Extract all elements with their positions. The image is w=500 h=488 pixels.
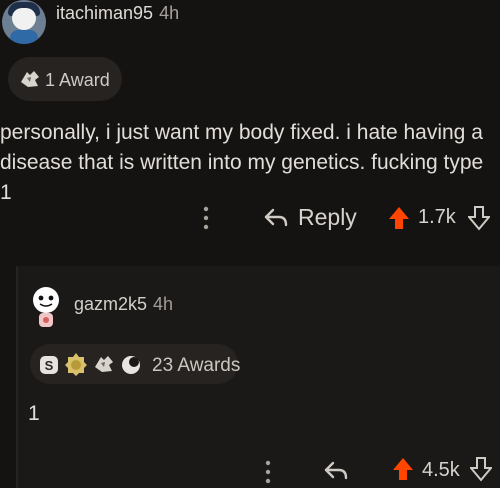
avatar-gazm2k5[interactable] — [30, 284, 62, 332]
comment-time: 4h — [159, 3, 180, 23]
reply-arrow-icon[interactable] — [262, 205, 290, 231]
gold-award-icon — [65, 353, 87, 376]
avatar-itachiman95[interactable] — [2, 0, 46, 44]
more-vertical-icon[interactable] — [264, 458, 272, 486]
username-gazm2k5[interactable]: gazm2k5 4h — [74, 294, 173, 315]
vote-score: 1.7k — [418, 206, 456, 228]
award-count-label: 1 Award — [45, 70, 110, 90]
vote-score: 4.5k — [422, 459, 460, 481]
helpful-award-icon — [95, 356, 113, 372]
upvote-arrow-icon[interactable] — [392, 456, 414, 482]
reply-arrow-icon[interactable] — [322, 458, 350, 484]
username-text[interactable]: itachiman95 — [56, 3, 153, 23]
upvote-arrow-icon[interactable] — [388, 205, 410, 231]
award-icon — [21, 71, 39, 87]
downvote-arrow-icon[interactable] — [470, 456, 492, 482]
comment-body: 1 — [28, 402, 40, 425]
username-itachiman95[interactable]: itachiman95 4h — [56, 3, 179, 24]
comment-time: 4h — [153, 294, 174, 314]
wholesome-award-icon — [122, 356, 140, 374]
silver-award-icon: S — [40, 356, 58, 374]
award-count-label: 23 Awards — [152, 355, 241, 376]
more-vertical-icon[interactable] — [202, 203, 210, 233]
comment-body: personally, i just want my body fixed. i… — [0, 121, 484, 204]
reply-button[interactable]: Reply — [298, 204, 357, 231]
downvote-arrow-icon[interactable] — [468, 205, 490, 231]
svg-text:S: S — [45, 358, 54, 373]
username-text[interactable]: gazm2k5 — [74, 294, 147, 314]
